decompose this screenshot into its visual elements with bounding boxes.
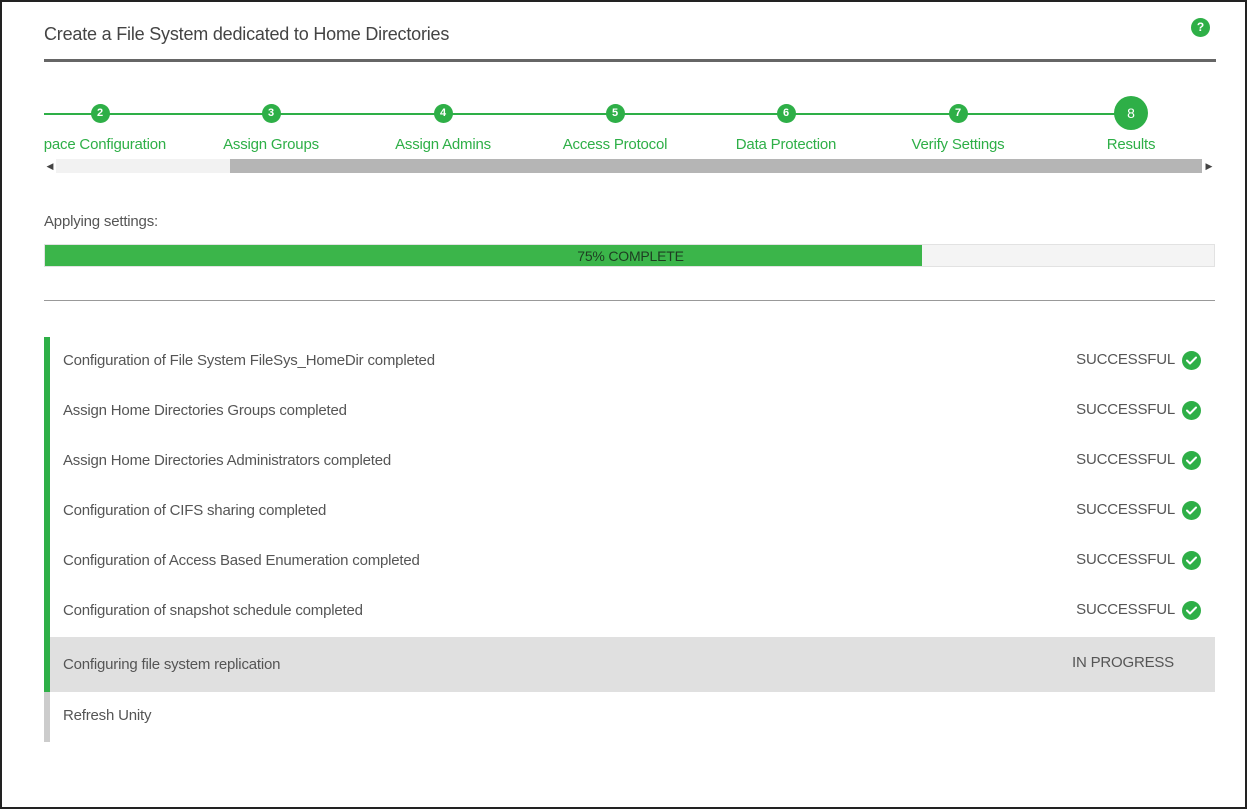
step-number-badge: 8	[1114, 96, 1148, 130]
task-row: Configuration of snapshot schedule compl…	[44, 587, 1215, 637]
task-row: Refresh Unity	[44, 692, 1215, 742]
task-label: Configuration of Access Based Enumeratio…	[63, 552, 420, 569]
step-label: Results	[1106, 136, 1156, 153]
task-list: Configuration of File System FileSys_Hom…	[44, 337, 1215, 742]
step-label: Assign Admins	[395, 136, 491, 153]
stepper-scrollbar[interactable]: ◀ ▶	[44, 159, 1215, 173]
stepper-line	[44, 113, 1132, 115]
task-row: Configuration of CIFS sharing completed S…	[44, 487, 1215, 537]
scroll-right-icon[interactable]: ▶	[1203, 159, 1215, 173]
task-status: SUCCESSFUL	[1076, 351, 1175, 368]
stepper-left-mask	[2, 126, 44, 156]
help-icon[interactable]: ?	[1191, 18, 1210, 37]
task-row: Assign Home Directories Administrators c…	[44, 437, 1215, 487]
task-row: Assign Home Directories Groups completed…	[44, 387, 1215, 437]
step-number-badge: 5	[605, 104, 625, 123]
task-row: Configuring file system replication IN PR…	[44, 637, 1215, 692]
page-title: Create a File System dedicated to Home D…	[44, 24, 450, 44]
task-label: Assign Home Directories Groups completed	[63, 402, 347, 419]
progress-bar: 75% COMPLETE	[44, 244, 1215, 267]
task-status: SUCCESSFUL	[1076, 551, 1175, 568]
task-status: SUCCESSFUL	[1076, 501, 1175, 518]
step-number-badge: 3	[261, 104, 281, 123]
task-label: Configuration of snapshot schedule compl…	[63, 602, 363, 619]
scroll-thumb[interactable]	[230, 159, 1202, 173]
check-icon	[1182, 501, 1201, 520]
wizard-window: Create a File System dedicated to Home D…	[0, 0, 1247, 809]
task-status: SUCCESSFUL	[1076, 401, 1175, 418]
wizard-header: Create a File System dedicated to Home D…	[44, 2, 1216, 62]
step-number-badge: 6	[776, 104, 796, 123]
check-icon	[1182, 451, 1201, 470]
check-icon	[1182, 601, 1201, 620]
step-number-badge: 7	[948, 104, 968, 123]
step-number-badge: 4	[433, 104, 453, 123]
step-label: Verify Settings	[911, 136, 1005, 153]
check-icon	[1182, 551, 1201, 570]
check-icon	[1182, 351, 1201, 370]
step-label: Access Protocol	[562, 136, 668, 153]
task-status: SUCCESSFUL	[1076, 451, 1175, 468]
task-row: Configuration of File System FileSys_Hom…	[44, 337, 1215, 387]
wizard-step-8[interactable]: 8 Results	[44, 96, 1156, 156]
progress-text: 75% COMPLETE	[577, 248, 684, 264]
progress-heading: Applying settings:	[44, 213, 158, 230]
check-icon	[1182, 401, 1201, 420]
section-divider	[44, 300, 1215, 301]
task-label: Refresh Unity	[63, 707, 152, 724]
task-label: Configuration of File System FileSys_Hom…	[63, 352, 435, 369]
step-label: Data Protection	[735, 136, 837, 153]
task-status: IN PROGRESS	[1072, 654, 1174, 671]
step-label: Assign Groups	[223, 136, 319, 153]
task-label: Configuring file system replication	[63, 656, 281, 673]
task-label: Assign Home Directories Administrators c…	[63, 452, 392, 469]
scroll-left-icon[interactable]: ◀	[44, 159, 56, 173]
task-label: Configuration of CIFS sharing completed	[63, 502, 327, 519]
task-row: Configuration of Access Based Enumeratio…	[44, 537, 1215, 587]
task-status: SUCCESSFUL	[1076, 601, 1175, 618]
